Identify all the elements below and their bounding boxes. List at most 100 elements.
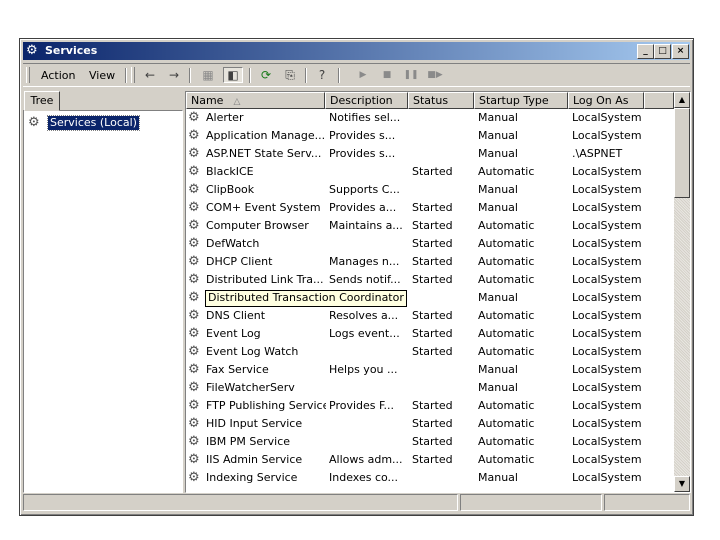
table-row[interactable]: ⚙ IIS Admin Service Allows adm... Started Au… (186, 451, 673, 469)
service-name: ClipBook (206, 183, 255, 196)
table-row[interactable]: ⚙ FTP Publishing Service Provides F... Star… (186, 397, 673, 415)
service-status: Started (412, 255, 453, 268)
menu-grip[interactable] (26, 67, 30, 83)
toolbar-separator (338, 68, 340, 83)
table-row[interactable]: ⚙ FileWatcherServ Manual LocalSystem (186, 379, 673, 397)
table-row[interactable]: ⚙ Indexing Service Indexes co... Manual Loca… (186, 469, 673, 487)
help-icon[interactable]: ? (313, 67, 331, 83)
service-description: Logs event... (329, 327, 400, 340)
services-gear-icon: ⚙ (26, 43, 38, 58)
service-name: Indexing Service (206, 471, 298, 484)
table-row[interactable]: ⚙ Fax Service Helps you ... Manual LocalSyst… (186, 361, 673, 379)
service-gear-icon: ⚙ (188, 110, 200, 125)
service-name: HID Input Service (206, 417, 303, 430)
column-header-status[interactable]: Status (408, 92, 474, 109)
service-status: Started (412, 345, 453, 358)
service-status: Started (412, 327, 453, 340)
toolbar-grip[interactable] (131, 67, 135, 83)
service-gear-icon: ⚙ (188, 470, 200, 485)
service-gear-icon: ⚙ (188, 416, 200, 431)
service-gear-icon: ⚙ (188, 254, 200, 269)
table-row[interactable]: ⚙ Application Manage... Provides s... Manua… (186, 127, 673, 145)
service-startup-type: Automatic (478, 345, 535, 358)
menu-action[interactable]: Action (41, 69, 75, 82)
start-service-icon[interactable]: ▶ (354, 67, 372, 83)
table-row[interactable]: ⚙ BlackICE Started Automatic LocalSystem (186, 163, 673, 181)
service-status: Started (412, 237, 453, 250)
service-status: Started (412, 453, 453, 466)
back-arrow-icon[interactable]: ← (141, 67, 159, 83)
column-header-name[interactable]: Name △ (186, 92, 325, 109)
table-row[interactable]: ⚙ Event Log Logs event... Started Automatic L… (186, 325, 673, 343)
service-logon-as: LocalSystem (572, 309, 642, 322)
services-list: Name △ Description Status Startup Type Lo… (185, 91, 691, 493)
service-status: Started (412, 273, 453, 286)
service-name: COM+ Event System (206, 201, 321, 214)
service-name: Application Manage... (206, 129, 326, 142)
scroll-up-button[interactable]: ▲ (674, 92, 690, 108)
service-description: Supports C... (329, 183, 400, 196)
service-logon-as: LocalSystem (572, 381, 642, 394)
vertical-scrollbar[interactable]: ▲ ▼ (674, 92, 690, 492)
service-startup-type: Automatic (478, 327, 535, 340)
service-name: DNS Client (206, 309, 266, 322)
up-folder-icon[interactable]: ▦ (199, 67, 217, 83)
table-row[interactable]: ⚙ HID Input Service Started Automatic LocalS… (186, 415, 673, 433)
menu-view[interactable]: View (89, 69, 115, 82)
toolbar-separator (249, 68, 251, 83)
service-description: Indexes co... (329, 471, 399, 484)
export-list-icon[interactable]: ⎘ (281, 67, 299, 83)
table-row[interactable]: ⚙ DHCP Client Manages n... Started Automatic… (186, 253, 673, 271)
table-row[interactable]: ⚙ DNS Client Resolves a... Started Automatic… (186, 307, 673, 325)
table-row[interactable]: ⚙ Computer Browser Maintains a... Started Au… (186, 217, 673, 235)
show-hide-tree-icon[interactable]: ◧ (223, 67, 243, 83)
table-row[interactable]: ⚙ Distributed Link Tra... Sends notif... St… (186, 271, 673, 289)
service-logon-as: LocalSystem (572, 363, 642, 376)
service-logon-as: LocalSystem (572, 219, 642, 232)
service-description: Notifies sel... (329, 111, 401, 124)
service-logon-as: LocalSystem (572, 435, 642, 448)
table-row[interactable]: ⚙ Event Log Watch Started Automatic LocalSys… (186, 343, 673, 361)
close-button[interactable]: × (672, 44, 689, 59)
scroll-down-button[interactable]: ▼ (674, 476, 690, 492)
restart-service-icon[interactable]: ■▶ (426, 67, 444, 83)
service-gear-icon: ⚙ (188, 272, 200, 287)
column-header-filler (644, 92, 674, 109)
pause-service-icon[interactable]: ❚❚ (402, 67, 420, 83)
service-description: Sends notif... (329, 273, 401, 286)
tab-tree[interactable]: Tree (24, 91, 60, 111)
service-logon-as: LocalSystem (572, 237, 642, 250)
title-bar[interactable]: ⚙ Services _ □ × (23, 42, 690, 60)
table-row[interactable]: ⚙ COM+ Event System Provides a... Started Ma… (186, 199, 673, 217)
service-logon-as: .\ASPNET (572, 147, 623, 160)
status-panel (604, 494, 690, 511)
service-name: ASP.NET State Serv... (206, 147, 322, 160)
table-row[interactable]: ⚙ Alerter Notifies sel... Manual LocalSystem (186, 109, 673, 127)
service-name: IBM PM Service (206, 435, 291, 448)
service-description: Provides s... (329, 147, 396, 160)
sort-ascending-icon: △ (233, 97, 241, 107)
service-gear-icon: ⚙ (188, 146, 200, 161)
table-row[interactable]: ⚙ IBM PM Service Started Automatic LocalSyst… (186, 433, 673, 451)
status-panel (23, 494, 458, 511)
service-startup-type: Manual (478, 111, 518, 124)
maximize-button[interactable]: □ (654, 44, 671, 59)
service-logon-as: LocalSystem (572, 471, 642, 484)
service-description: Provides F... (329, 399, 395, 412)
service-gear-icon: ⚙ (188, 128, 200, 143)
service-startup-type: Manual (478, 381, 518, 394)
column-header-description[interactable]: Description (325, 92, 408, 109)
minimize-button[interactable]: _ (637, 44, 654, 59)
table-row[interactable]: ⚙ ClipBook Supports C... Manual LocalSystem (186, 181, 673, 199)
table-row[interactable]: ⚙ DefWatch Started Automatic LocalSystem (186, 235, 673, 253)
table-row[interactable]: ⚙ Manual LocalSystem Distributed Transactio… (186, 289, 673, 307)
forward-arrow-icon[interactable]: → (165, 67, 183, 83)
scroll-thumb[interactable] (674, 108, 690, 198)
services-window: ⚙ Services _ □ × Action View ← → ▦ ◧ ⟳ ⎘… (19, 38, 694, 516)
stop-service-icon[interactable]: ■ (378, 67, 396, 83)
service-name: IIS Admin Service (206, 453, 303, 466)
column-header-logon-as[interactable]: Log On As (568, 92, 644, 109)
table-row[interactable]: ⚙ ASP.NET State Serv... Provides s... Manua… (186, 145, 673, 163)
refresh-icon[interactable]: ⟳ (257, 67, 275, 83)
column-header-startup-type[interactable]: Startup Type (474, 92, 568, 109)
